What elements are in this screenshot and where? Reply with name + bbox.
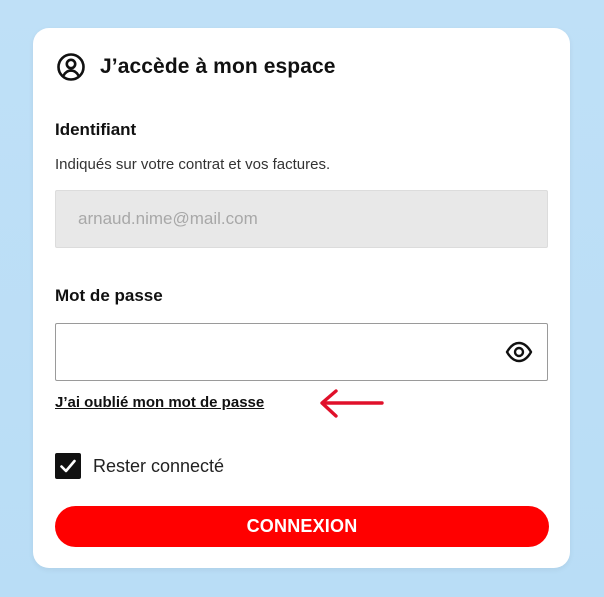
remember-label: Rester connecté	[93, 455, 225, 476]
eye-icon[interactable]	[505, 340, 533, 364]
arrow-left-icon	[320, 389, 384, 418]
identifier-hint: Indiqués sur votre contrat et vos factur…	[55, 156, 331, 173]
forgot-password-link[interactable]: J’ai oublié mon mot de passe	[55, 394, 264, 411]
password-input[interactable]	[56, 324, 496, 380]
remember-checkbox[interactable]	[55, 453, 81, 479]
password-field	[55, 323, 548, 381]
remember-me: Rester connecté	[55, 453, 224, 479]
identifier-input[interactable]	[55, 190, 548, 248]
page-title: J’accède à mon espace	[100, 55, 336, 78]
login-card: J’accède à mon espace Identifiant Indiqu…	[33, 28, 570, 568]
identifier-label: Identifiant	[55, 120, 137, 139]
card-header: J’accède à mon espace	[56, 52, 336, 82]
password-label: Mot de passe	[55, 286, 163, 305]
connexion-button[interactable]: CONNEXION	[55, 506, 549, 547]
user-circle-icon	[57, 53, 85, 81]
checkmark-icon	[60, 459, 76, 473]
